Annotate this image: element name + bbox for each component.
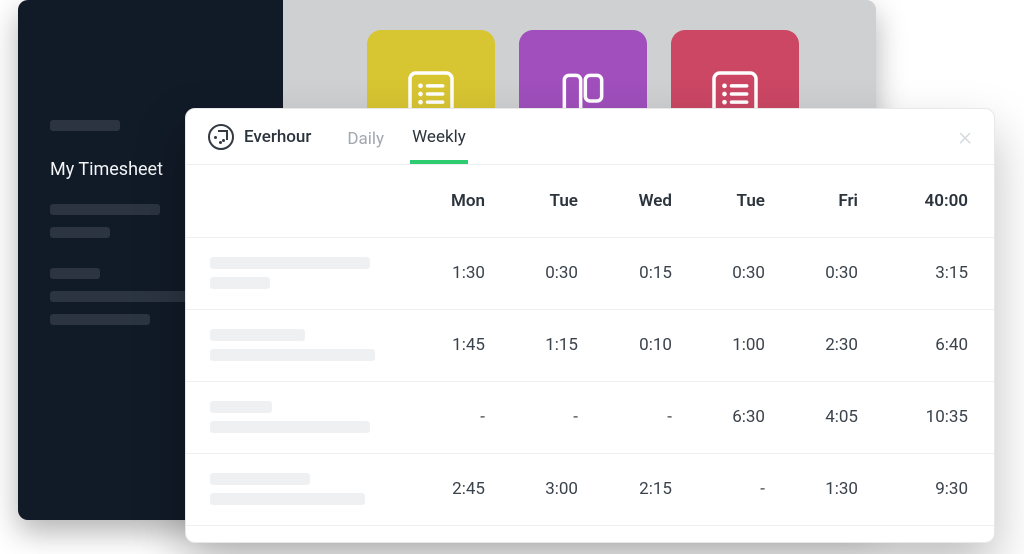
time-cell[interactable]: 2:45: [416, 453, 511, 525]
table-row[interactable]: - - - 6:30 4:05 10:35: [186, 381, 994, 453]
skeleton-line: [50, 291, 200, 302]
time-cell[interactable]: 2:15: [604, 453, 698, 525]
time-cell[interactable]: -: [698, 453, 791, 525]
time-cell[interactable]: 0:10: [604, 309, 698, 381]
time-cell[interactable]: 6:30: [698, 381, 791, 453]
time-cell[interactable]: 1:15: [511, 309, 604, 381]
skeleton-line: [210, 349, 375, 361]
everhour-logo-icon: [208, 124, 234, 150]
panel-header: Everhour Daily Weekly ×: [186, 109, 994, 165]
time-cell[interactable]: -: [604, 381, 698, 453]
skeleton-line: [210, 401, 272, 413]
time-cell[interactable]: 2:30: [791, 309, 884, 381]
tab-weekly[interactable]: Weekly: [410, 110, 468, 164]
skeleton-line: [210, 421, 370, 433]
row-total-cell: 6:40: [884, 309, 994, 381]
table-header-row: Mon Tue Wed Tue Fri 40:00: [186, 165, 994, 237]
time-cell[interactable]: 0:30: [791, 237, 884, 309]
time-cell[interactable]: 3:00: [511, 453, 604, 525]
header-day: Fri: [791, 165, 884, 237]
skeleton-line: [210, 473, 310, 485]
skeleton-line: [210, 329, 305, 341]
tab-daily[interactable]: Daily: [345, 112, 386, 162]
header-total: 40:00: [884, 165, 994, 237]
row-total-cell: 10:35: [884, 381, 994, 453]
table-row[interactable]: 2:45 3:00 2:15 - 1:30 9:30: [186, 453, 994, 525]
table-row[interactable]: 1:45 1:15 0:10 1:00 2:30 6:40: [186, 309, 994, 381]
header-day: Tue: [511, 165, 604, 237]
header-day: Tue: [698, 165, 791, 237]
skeleton-line: [50, 120, 120, 131]
skeleton-line: [50, 268, 100, 279]
close-icon[interactable]: ×: [958, 124, 972, 150]
time-cell[interactable]: 0:15: [604, 237, 698, 309]
skeleton-line: [50, 204, 160, 215]
time-cell[interactable]: 0:30: [698, 237, 791, 309]
time-cell[interactable]: 1:30: [416, 237, 511, 309]
table-row[interactable]: 1:30 0:30 0:15 0:30 0:30 3:15: [186, 237, 994, 309]
time-cell[interactable]: -: [416, 381, 511, 453]
skeleton-line: [210, 257, 370, 269]
time-cell[interactable]: 1:00: [698, 309, 791, 381]
brand-name: Everhour: [244, 127, 311, 147]
time-cell[interactable]: 0:30: [511, 237, 604, 309]
skeleton-line: [210, 493, 365, 505]
timesheet-table: Mon Tue Wed Tue Fri 40:00 1:30 0:30 0:15…: [186, 165, 994, 526]
skeleton-line: [210, 277, 270, 289]
time-cell[interactable]: -: [511, 381, 604, 453]
time-cell[interactable]: 1:45: [416, 309, 511, 381]
header-task-col: [186, 165, 416, 237]
row-total-cell: 3:15: [884, 237, 994, 309]
header-day: Mon: [416, 165, 511, 237]
time-cell[interactable]: 4:05: [791, 381, 884, 453]
header-day: Wed: [604, 165, 698, 237]
time-cell[interactable]: 1:30: [791, 453, 884, 525]
timesheet-panel: Everhour Daily Weekly × Mon Tue Wed Tue …: [185, 108, 995, 543]
row-total-cell: 9:30: [884, 453, 994, 525]
skeleton-line: [50, 227, 110, 238]
skeleton-line: [50, 314, 150, 325]
